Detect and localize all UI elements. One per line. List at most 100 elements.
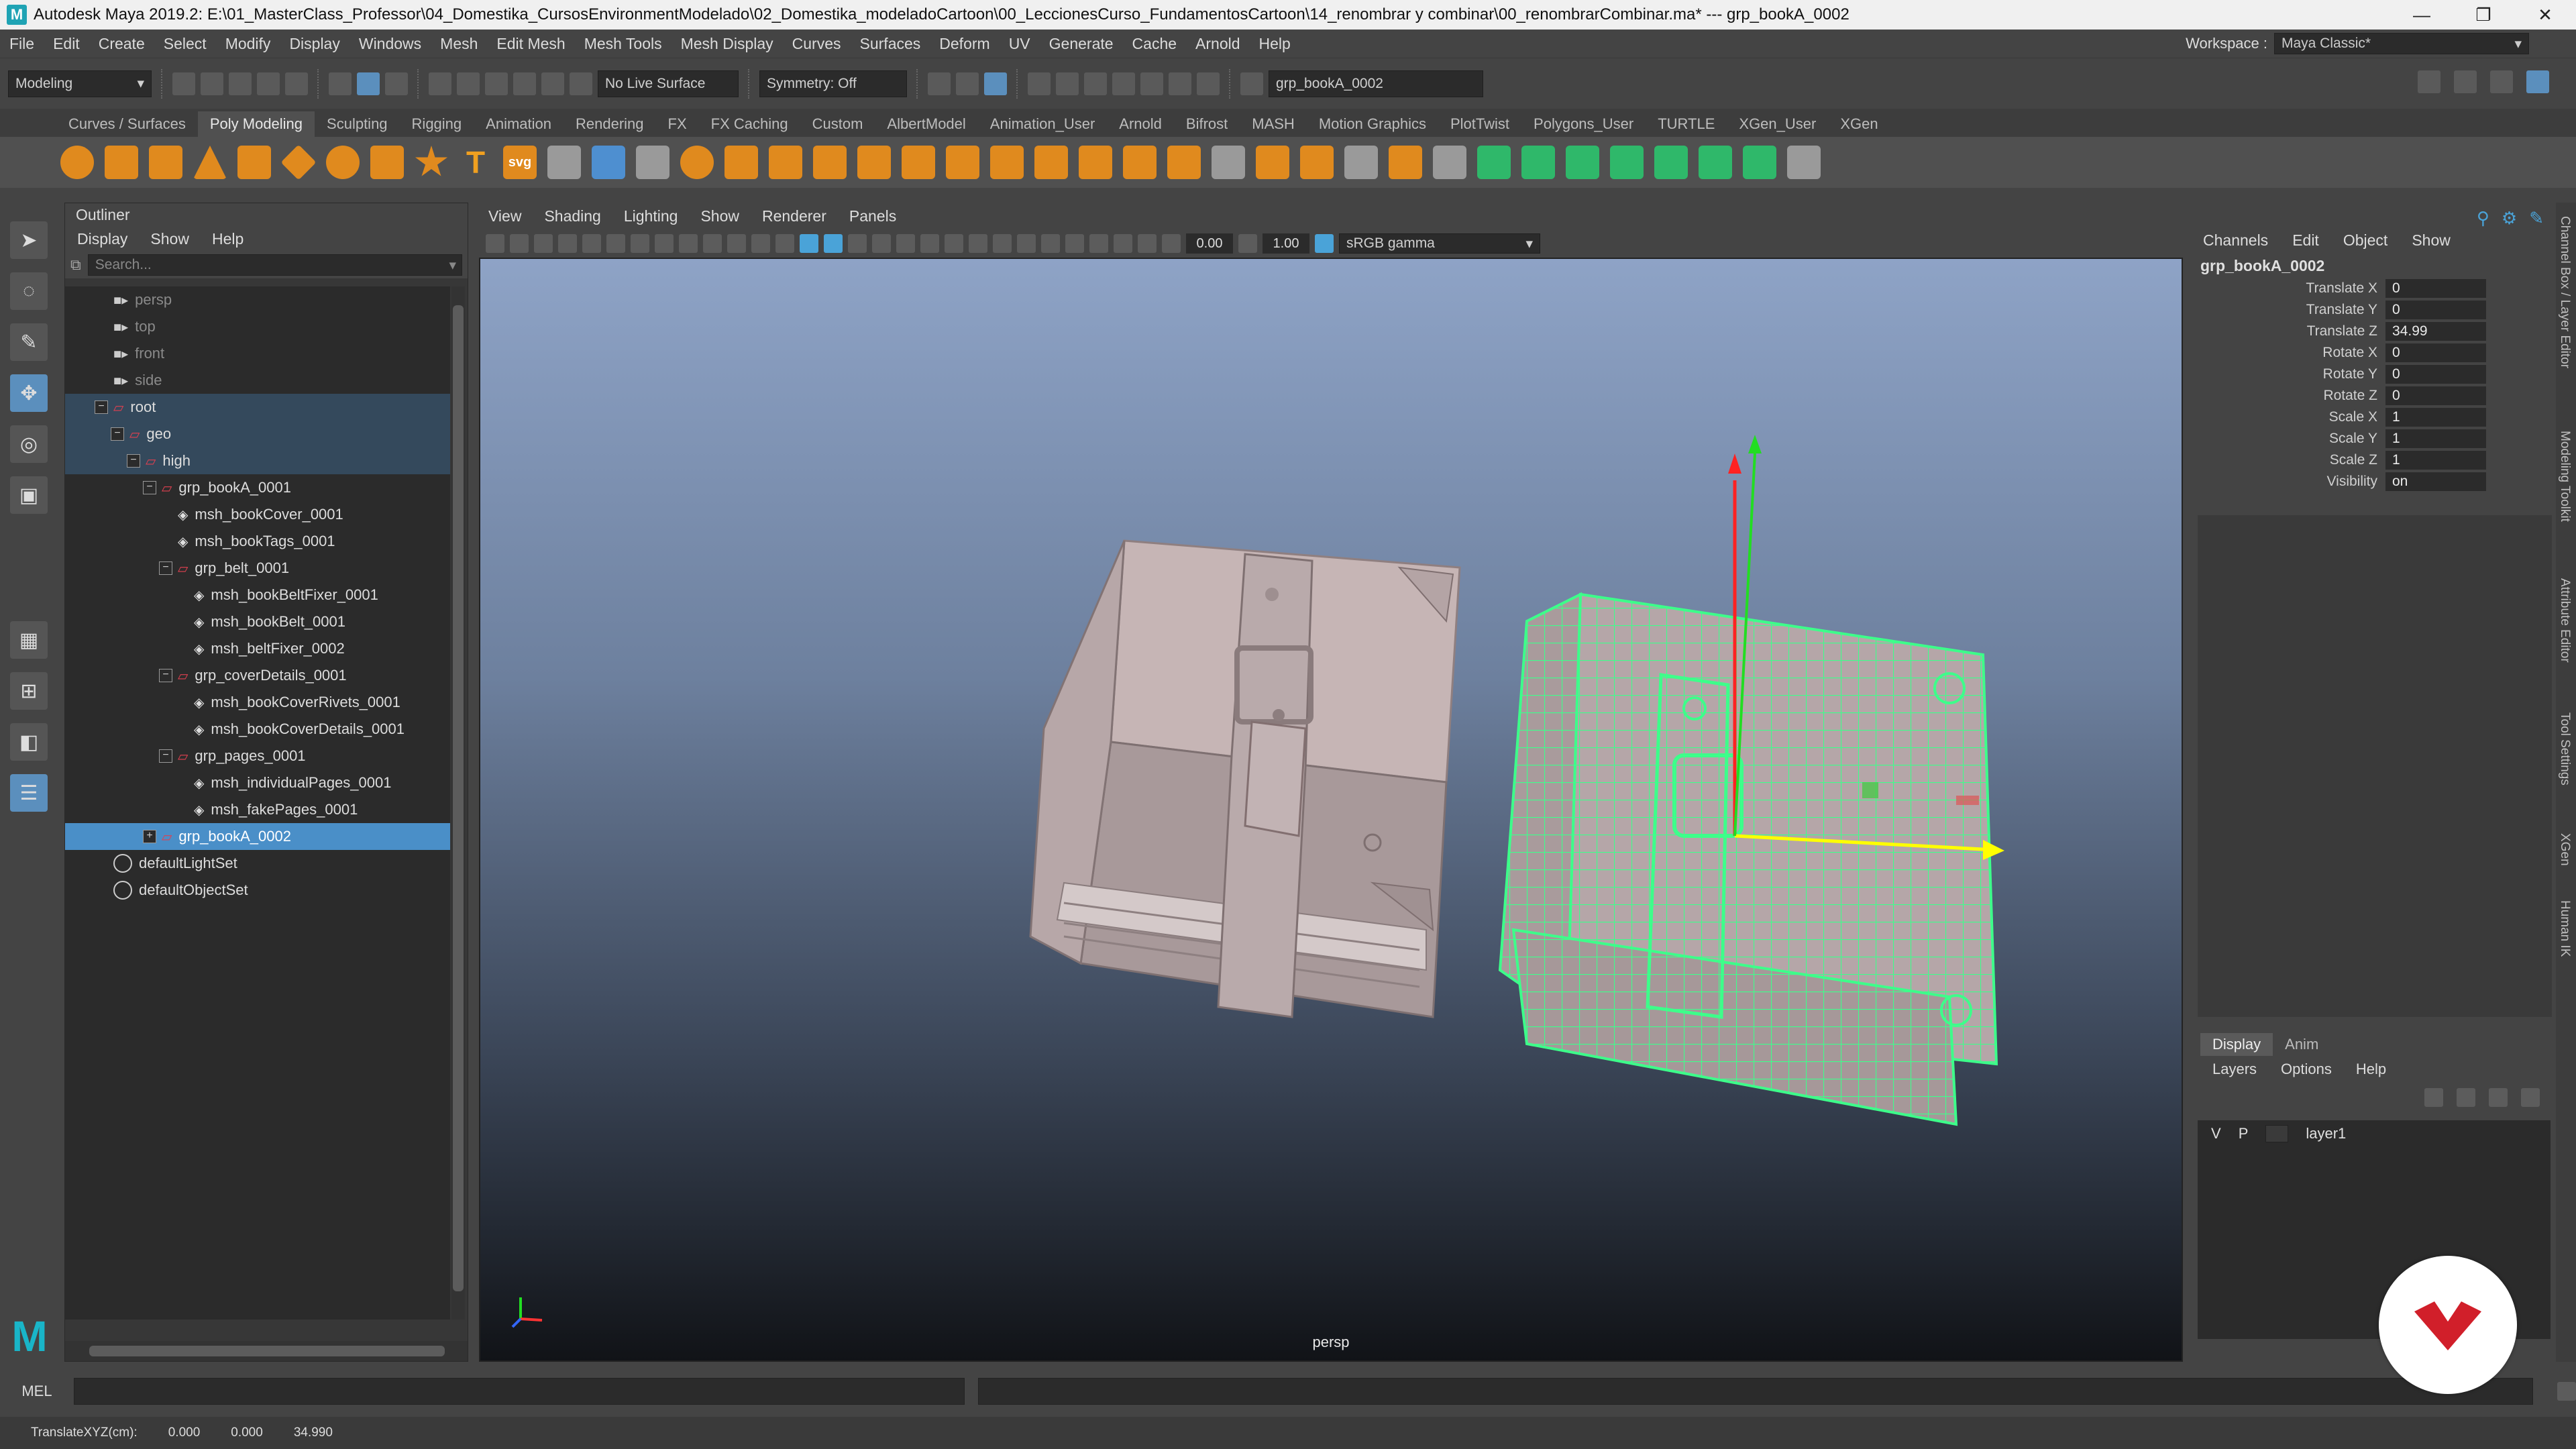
shelf-tab-turtle[interactable]: TURTLE — [1646, 111, 1727, 137]
poly-plane-icon[interactable] — [280, 144, 317, 180]
select-tool-icon[interactable]: ➤ — [10, 221, 48, 259]
channel-row[interactable]: Translate Z 34.99 — [2191, 321, 2556, 342]
pin-icon[interactable]: ⚲ — [2477, 208, 2489, 229]
hypershade-icon[interactable] — [1140, 72, 1163, 95]
outliner-item[interactable]: ■▸ side — [65, 367, 450, 394]
extract-icon[interactable] — [769, 146, 802, 179]
channel-value-field[interactable]: 0 — [2385, 365, 2486, 384]
script-editor-icon[interactable] — [2557, 1382, 2576, 1401]
poly-cone-icon[interactable] — [193, 146, 227, 179]
sculpt-icon[interactable] — [592, 146, 625, 179]
channel-label[interactable]: Translate X — [2191, 280, 2385, 297]
multi-cut-icon[interactable] — [1256, 146, 1289, 179]
channel-label[interactable]: Rotate X — [2191, 345, 2385, 361]
perspective-graph-layout-icon[interactable]: ◧ — [10, 723, 48, 761]
collapse-icon[interactable]: − — [159, 669, 172, 682]
camera-attributes-icon[interactable] — [510, 234, 529, 253]
channel-value-field[interactable]: 0 — [2385, 301, 2486, 319]
channel-value-field[interactable]: 0 — [2385, 343, 2486, 362]
outliner-item[interactable]: ◈ msh_bookCoverDetails_0001 — [65, 716, 450, 743]
outliner-item[interactable]: ◈ msh_individualPages_0001 — [65, 769, 450, 796]
quad-draw-icon[interactable] — [1344, 146, 1378, 179]
channel-label[interactable]: Scale X — [2191, 409, 2385, 425]
tab-display[interactable]: Display — [2200, 1033, 2273, 1056]
paint-select-tool-icon[interactable]: ✎ — [10, 323, 48, 361]
channel-row[interactable]: Scale Y1 — [2191, 428, 2556, 449]
move-layer-down-icon[interactable] — [2457, 1088, 2475, 1107]
outliner-item[interactable]: + ▱ grp_bookA_0002 — [65, 823, 450, 850]
bridge-icon[interactable] — [1034, 146, 1068, 179]
mirror-icon[interactable] — [946, 146, 979, 179]
collapse-icon[interactable]: − — [143, 481, 156, 494]
scrollbar-thumb[interactable] — [453, 305, 464, 1291]
single-perspective-layout-icon[interactable]: ▦ — [10, 621, 48, 659]
minimize-button[interactable]: — — [2391, 0, 2453, 30]
outliner-item[interactable]: ◈ msh_bookBeltFixer_0001 — [65, 582, 450, 608]
tool-settings-toggle-icon[interactable] — [2490, 70, 2513, 93]
pause-render-icon[interactable] — [1197, 72, 1220, 95]
image-plane-icon[interactable] — [558, 234, 577, 253]
viewport-menu-show[interactable]: Show — [700, 207, 739, 225]
maximize-button[interactable]: ❐ — [2453, 0, 2514, 30]
shadows-icon[interactable] — [945, 234, 963, 253]
smooth-icon[interactable] — [902, 146, 935, 179]
textured-icon[interactable] — [896, 234, 915, 253]
channel-row[interactable]: Rotate Y0 — [2191, 364, 2556, 385]
snap-surface-icon[interactable] — [541, 72, 564, 95]
live-surface-field[interactable]: No Live Surface — [598, 70, 739, 97]
edit-pivot-icon[interactable] — [1433, 146, 1466, 179]
close-button[interactable]: ✕ — [2514, 0, 2576, 30]
script-language-toggle[interactable]: MEL — [0, 1383, 74, 1400]
shelf-tab-mash[interactable]: MASH — [1240, 111, 1307, 137]
outliner-item[interactable]: ■▸ persp — [65, 286, 450, 313]
symmetry-dropdown[interactable]: Symmetry: Off — [759, 70, 907, 97]
menu-set-dropdown[interactable]: Modeling ▾ — [8, 70, 152, 97]
collapse-icon[interactable]: − — [111, 427, 124, 441]
shelf-tab-fx[interactable]: FX — [656, 111, 699, 137]
safe-action-icon[interactable] — [751, 234, 770, 253]
channel-label[interactable]: Scale Z — [2191, 452, 2385, 468]
poly-cylinder-icon[interactable] — [149, 146, 182, 179]
menu-windows[interactable]: Windows — [350, 35, 431, 53]
collapse-icon[interactable]: − — [95, 400, 108, 414]
name-field-mode-icon[interactable] — [1240, 72, 1263, 95]
collapse-icon[interactable]: − — [159, 561, 172, 575]
menu-surfaces[interactable]: Surfaces — [851, 35, 930, 53]
channel-label[interactable]: Visibility — [2191, 474, 2385, 490]
uv-spherical-icon[interactable] — [1566, 146, 1599, 179]
menu-file[interactable]: File — [0, 35, 44, 53]
outliner-item[interactable]: ◈ msh_bookBelt_0001 — [65, 608, 450, 635]
layer-visibility-toggle[interactable]: V — [2211, 1125, 2221, 1142]
shelf-tab-curves-surfaces[interactable]: Curves / Surfaces — [56, 111, 198, 137]
multisample-aa-icon[interactable] — [1017, 234, 1036, 253]
delete-history-icon[interactable] — [1787, 146, 1821, 179]
save-scene-icon[interactable] — [229, 72, 252, 95]
side-tab-attribute-editor[interactable]: Attribute Editor — [2557, 578, 2572, 663]
edit-icon[interactable]: ✎ — [2529, 208, 2544, 229]
film-gate-icon[interactable] — [655, 234, 674, 253]
field-chart-icon[interactable] — [727, 234, 746, 253]
shelf-tab-xgen-user[interactable]: XGen_User — [1727, 111, 1828, 137]
bevel-edge-icon[interactable] — [1167, 146, 1201, 179]
channel-row[interactable]: Scale Z1 — [2191, 449, 2556, 471]
modeling-toolkit-toggle-icon[interactable] — [2418, 70, 2440, 93]
bevel-icon[interactable] — [547, 146, 581, 179]
redo-icon[interactable] — [285, 72, 308, 95]
grid-icon[interactable] — [631, 234, 649, 253]
grease-pencil-icon[interactable] — [606, 234, 625, 253]
channel-menu-show[interactable]: Show — [2412, 231, 2451, 250]
resolution-gate-icon[interactable] — [679, 234, 698, 253]
side-tab-channel-box[interactable]: Channel Box / Layer Editor — [2557, 216, 2572, 368]
outliner-item[interactable]: ◈ msh_fakePages_0001 — [65, 796, 450, 823]
combine-icon[interactable] — [680, 146, 714, 179]
poly-cube-icon[interactable] — [105, 146, 138, 179]
render-view-icon[interactable] — [1028, 72, 1051, 95]
platonic-solid-icon[interactable] — [370, 146, 404, 179]
uv-planar-icon[interactable] — [1477, 146, 1511, 179]
new-empty-layer-icon[interactable] — [2489, 1088, 2508, 1107]
outliner-item[interactable]: defaultLightSet — [65, 850, 450, 877]
menu-mesh[interactable]: Mesh — [431, 35, 487, 53]
settings-icon[interactable]: ⚙ — [2502, 208, 2517, 229]
shelf-tab-plottwist[interactable]: PlotTwist — [1438, 111, 1521, 137]
extrude-icon[interactable] — [990, 146, 1024, 179]
